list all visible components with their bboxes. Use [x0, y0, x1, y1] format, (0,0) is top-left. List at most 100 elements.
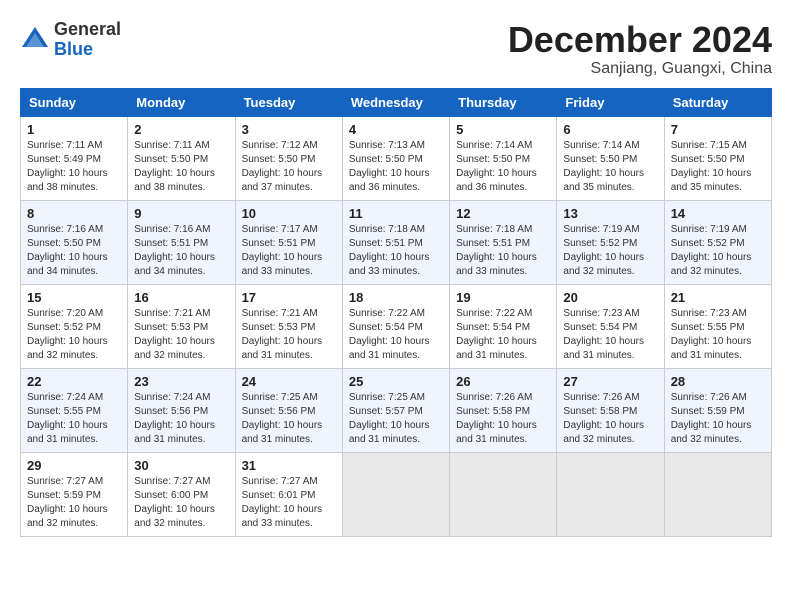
day-detail: Sunrise: 7:23 AM Sunset: 5:54 PM Dayligh…: [563, 308, 644, 361]
calendar-day: 30 Sunrise: 7:27 AM Sunset: 6:00 PM Dayli…: [128, 452, 235, 536]
header-monday: Monday: [128, 88, 235, 116]
calendar-day: 17Sunrise: 7:21 AM Sunset: 5:53 PM Dayli…: [235, 284, 342, 368]
header-row: SundayMondayTuesdayWednesdayThursdayFrid…: [21, 88, 772, 116]
calendar-table: SundayMondayTuesdayWednesdayThursdayFrid…: [20, 88, 772, 537]
day-number: 13: [563, 206, 657, 221]
day-detail: Sunrise: 7:27 AM Sunset: 5:59 PM Dayligh…: [27, 476, 108, 529]
calendar-day: 6 Sunrise: 7:14 AM Sunset: 5:50 PM Daylig…: [557, 116, 664, 200]
header-friday: Friday: [557, 88, 664, 116]
header-tuesday: Tuesday: [235, 88, 342, 116]
day-detail: Sunrise: 7:22 AM Sunset: 5:54 PM Dayligh…: [349, 308, 430, 361]
calendar-day: 31 Sunrise: 7:27 AM Sunset: 6:01 PM Dayli…: [235, 452, 342, 536]
day-detail: Sunrise: 7:27 AM Sunset: 6:00 PM Dayligh…: [134, 476, 215, 529]
calendar-day: 27Sunrise: 7:26 AM Sunset: 5:58 PM Dayli…: [557, 368, 664, 452]
calendar-day: 29 Sunrise: 7:27 AM Sunset: 5:59 PM Dayli…: [21, 452, 128, 536]
day-detail: Sunrise: 7:23 AM Sunset: 5:55 PM Dayligh…: [671, 308, 752, 361]
location-subtitle: Sanjiang, Guangxi, China: [508, 60, 772, 78]
calendar-day: 26 Sunrise: 7:26 AM Sunset: 5:58 PM Dayli…: [450, 368, 557, 452]
header-wednesday: Wednesday: [342, 88, 449, 116]
day-detail: Sunrise: 7:12 AM Sunset: 5:50 PM Dayligh…: [242, 140, 323, 193]
day-number: 15: [27, 290, 121, 305]
calendar-day: 13 Sunrise: 7:19 AM Sunset: 5:52 PM Dayli…: [557, 200, 664, 284]
day-number: 3: [242, 122, 336, 137]
day-detail: Sunrise: 7:13 AM Sunset: 5:50 PM Dayligh…: [349, 140, 430, 193]
page-header: General Blue December 2024 Sanjiang, Gua…: [20, 20, 772, 78]
day-detail: Sunrise: 7:19 AM Sunset: 5:52 PM Dayligh…: [671, 224, 752, 277]
day-number: 29: [27, 458, 121, 473]
day-number: 6: [563, 122, 657, 137]
day-detail: Sunrise: 7:11 AM Sunset: 5:50 PM Dayligh…: [134, 140, 215, 193]
day-number: 4: [349, 122, 443, 137]
logo-blue: Blue: [54, 39, 93, 59]
day-detail: Sunrise: 7:14 AM Sunset: 5:50 PM Dayligh…: [563, 140, 644, 193]
day-detail: Sunrise: 7:24 AM Sunset: 5:55 PM Dayligh…: [27, 392, 108, 445]
day-detail: Sunrise: 7:16 AM Sunset: 5:50 PM Dayligh…: [27, 224, 108, 277]
calendar-day: 8 Sunrise: 7:16 AM Sunset: 5:50 PM Daylig…: [21, 200, 128, 284]
day-detail: Sunrise: 7:27 AM Sunset: 6:01 PM Dayligh…: [242, 476, 323, 529]
day-detail: Sunrise: 7:15 AM Sunset: 5:50 PM Dayligh…: [671, 140, 752, 193]
calendar-week-3: 15 Sunrise: 7:20 AM Sunset: 5:52 PM Dayli…: [21, 284, 772, 368]
day-number: 8: [27, 206, 121, 221]
day-detail: Sunrise: 7:25 AM Sunset: 5:57 PM Dayligh…: [349, 392, 430, 445]
day-number: 16: [134, 290, 228, 305]
calendar-day: 21 Sunrise: 7:23 AM Sunset: 5:55 PM Dayli…: [664, 284, 771, 368]
day-number: 11: [349, 206, 443, 221]
calendar-day: [450, 452, 557, 536]
header-thursday: Thursday: [450, 88, 557, 116]
day-number: 7: [671, 122, 765, 137]
day-number: 1: [27, 122, 121, 137]
calendar-day: 23Sunrise: 7:24 AM Sunset: 5:56 PM Dayli…: [128, 368, 235, 452]
calendar-day: 19Sunrise: 7:22 AM Sunset: 5:54 PM Dayli…: [450, 284, 557, 368]
day-number: 31: [242, 458, 336, 473]
day-detail: Sunrise: 7:18 AM Sunset: 5:51 PM Dayligh…: [349, 224, 430, 277]
day-number: 28: [671, 374, 765, 389]
calendar-day: 20 Sunrise: 7:23 AM Sunset: 5:54 PM Dayli…: [557, 284, 664, 368]
calendar-day: 15 Sunrise: 7:20 AM Sunset: 5:52 PM Dayli…: [21, 284, 128, 368]
calendar-day: [342, 452, 449, 536]
day-detail: Sunrise: 7:25 AM Sunset: 5:56 PM Dayligh…: [242, 392, 323, 445]
day-number: 9: [134, 206, 228, 221]
day-detail: Sunrise: 7:20 AM Sunset: 5:52 PM Dayligh…: [27, 308, 108, 361]
day-detail: Sunrise: 7:26 AM Sunset: 5:58 PM Dayligh…: [456, 392, 537, 445]
day-number: 14: [671, 206, 765, 221]
day-number: 30: [134, 458, 228, 473]
day-number: 19: [456, 290, 550, 305]
month-year-title: December 2024: [508, 20, 772, 60]
day-detail: Sunrise: 7:16 AM Sunset: 5:51 PM Dayligh…: [134, 224, 215, 277]
day-detail: Sunrise: 7:19 AM Sunset: 5:52 PM Dayligh…: [563, 224, 644, 277]
calendar-header: SundayMondayTuesdayWednesdayThursdayFrid…: [21, 88, 772, 116]
day-detail: Sunrise: 7:17 AM Sunset: 5:51 PM Dayligh…: [242, 224, 323, 277]
calendar-day: 28 Sunrise: 7:26 AM Sunset: 5:59 PM Dayli…: [664, 368, 771, 452]
calendar-week-2: 8 Sunrise: 7:16 AM Sunset: 5:50 PM Daylig…: [21, 200, 772, 284]
title-block: December 2024 Sanjiang, Guangxi, China: [508, 20, 772, 78]
calendar-day: 1 Sunrise: 7:11 AM Sunset: 5:49 PM Daylig…: [21, 116, 128, 200]
logo: General Blue: [20, 20, 121, 60]
day-number: 2: [134, 122, 228, 137]
day-number: 18: [349, 290, 443, 305]
logo-icon: [20, 25, 50, 55]
day-detail: Sunrise: 7:26 AM Sunset: 5:59 PM Dayligh…: [671, 392, 752, 445]
day-number: 21: [671, 290, 765, 305]
day-number: 27: [563, 374, 657, 389]
header-sunday: Sunday: [21, 88, 128, 116]
day-number: 24: [242, 374, 336, 389]
logo-text: General Blue: [54, 20, 121, 60]
calendar-day: 22 Sunrise: 7:24 AM Sunset: 5:55 PM Dayli…: [21, 368, 128, 452]
day-number: 26: [456, 374, 550, 389]
day-number: 10: [242, 206, 336, 221]
day-number: 22: [27, 374, 121, 389]
day-detail: Sunrise: 7:21 AM Sunset: 5:53 PM Dayligh…: [134, 308, 215, 361]
calendar-day: 7 Sunrise: 7:15 AM Sunset: 5:50 PM Daylig…: [664, 116, 771, 200]
calendar-day: [664, 452, 771, 536]
calendar-day: 11 Sunrise: 7:18 AM Sunset: 5:51 PM Dayli…: [342, 200, 449, 284]
day-detail: Sunrise: 7:18 AM Sunset: 5:51 PM Dayligh…: [456, 224, 537, 277]
calendar-day: 10 Sunrise: 7:17 AM Sunset: 5:51 PM Dayli…: [235, 200, 342, 284]
calendar-day: [557, 452, 664, 536]
day-detail: Sunrise: 7:11 AM Sunset: 5:49 PM Dayligh…: [27, 140, 108, 193]
calendar-day: 16 Sunrise: 7:21 AM Sunset: 5:53 PM Dayli…: [128, 284, 235, 368]
calendar-day: 14 Sunrise: 7:19 AM Sunset: 5:52 PM Dayli…: [664, 200, 771, 284]
day-number: 20: [563, 290, 657, 305]
calendar-day: 4 Sunrise: 7:13 AM Sunset: 5:50 PM Daylig…: [342, 116, 449, 200]
calendar-day: 25Sunrise: 7:25 AM Sunset: 5:57 PM Dayli…: [342, 368, 449, 452]
day-detail: Sunrise: 7:14 AM Sunset: 5:50 PM Dayligh…: [456, 140, 537, 193]
